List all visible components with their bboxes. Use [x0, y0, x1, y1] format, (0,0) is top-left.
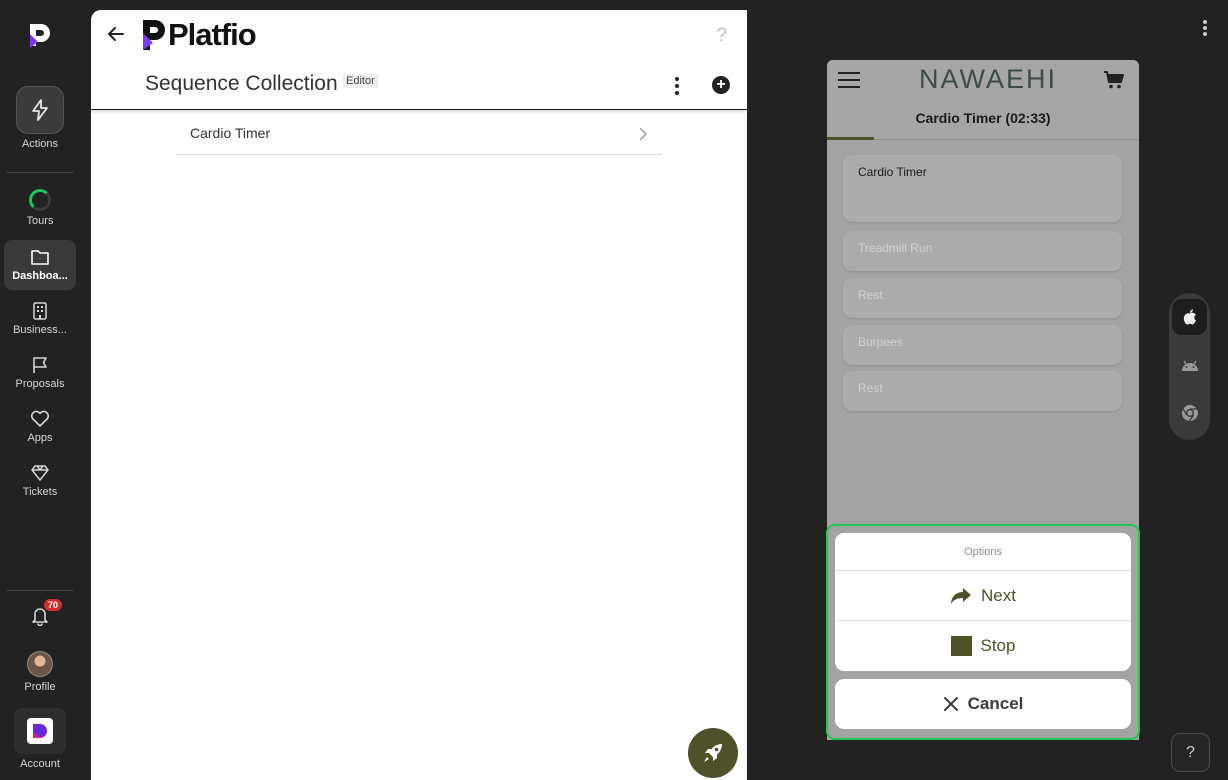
rail-item-notifications[interactable]: 70	[4, 599, 76, 626]
rail-item-dashboard[interactable]: Dashboa...	[4, 240, 76, 290]
rail-item-tickets[interactable]: Tickets	[4, 464, 76, 498]
preview-menu-button[interactable]	[1203, 20, 1209, 36]
tab-indicator	[827, 137, 874, 140]
rail-label-actions: Actions	[21, 138, 59, 150]
help-button[interactable]: ?	[716, 25, 727, 47]
platfio-logo-icon	[143, 20, 165, 50]
app-logo-text: NAWAEHI	[919, 64, 1058, 94]
brand: Platfio	[142, 17, 257, 53]
rail-label-proposals: Proposals	[15, 378, 65, 390]
next-label: Next	[981, 585, 1016, 605]
avatar	[27, 651, 53, 677]
folder-icon	[31, 249, 49, 265]
stop-button[interactable]: Stop	[835, 621, 1131, 671]
publish-button[interactable]	[688, 728, 738, 778]
cancel-button[interactable]: Cancel	[835, 679, 1131, 729]
chevron-right-icon	[639, 127, 647, 141]
apple-icon	[1183, 309, 1196, 325]
help-button[interactable]: ?	[1171, 733, 1210, 772]
dot-icon	[1203, 20, 1207, 24]
page-title: Sequence Collection	[145, 72, 338, 95]
app-header: NAWAEHI Cardio Timer (02:33)	[827, 60, 1139, 140]
dot-icon	[675, 84, 679, 88]
actions-button[interactable]	[16, 86, 64, 134]
mode-badge: Editor	[343, 74, 378, 88]
rail-item-proposals[interactable]: Proposals	[4, 356, 76, 390]
action-sheet: Options Next Stop	[835, 533, 1131, 671]
add-button[interactable]: +	[712, 76, 730, 94]
next-button[interactable]: Next	[835, 571, 1131, 621]
chrome-icon	[1181, 405, 1198, 422]
rail-label-business: Business...	[13, 324, 67, 336]
action-sheet-header: Options	[835, 533, 1131, 571]
rail-item-apps[interactable]: Apps	[4, 410, 76, 444]
more-options-button[interactable]	[669, 74, 685, 98]
back-arrow-icon[interactable]	[106, 24, 126, 44]
editor-panel: Platfio ? Sequence Collection Editor + C…	[91, 10, 747, 780]
stop-label: Stop	[980, 636, 1016, 655]
stop-icon	[950, 636, 972, 656]
diamond-icon	[31, 465, 49, 481]
side-rail: Actions Tours Dashboa... Business... Pro…	[0, 0, 80, 780]
step-card[interactable]: Burpees	[843, 325, 1122, 365]
step-card[interactable]: Rest	[843, 371, 1122, 411]
rail-item-account[interactable]: Account	[4, 708, 76, 770]
notification-badge: 70	[44, 599, 63, 611]
rail-label-profile: Profile	[24, 681, 56, 693]
step-card[interactable]: Treadmill Run	[843, 231, 1122, 271]
rocket-icon	[704, 744, 722, 762]
rail-label-apps: Apps	[27, 432, 53, 444]
platform-android-button[interactable]	[1172, 347, 1207, 383]
step-card[interactable]: Rest	[843, 278, 1122, 318]
dot-icon	[675, 91, 679, 95]
cancel-label: Cancel	[967, 694, 1024, 713]
android-icon	[1181, 360, 1198, 371]
dot-icon	[675, 77, 679, 81]
account-button[interactable]	[14, 708, 66, 754]
tours-progress-icon	[29, 189, 51, 211]
rail-divider	[6, 590, 74, 591]
platform-switcher	[1169, 293, 1210, 440]
rail-divider	[6, 172, 74, 173]
editor-header: Platfio ? Sequence Collection Editor +	[91, 10, 747, 110]
hamburger-menu-icon[interactable]	[838, 72, 860, 88]
rail-label-tickets: Tickets	[22, 486, 58, 498]
cart-icon[interactable]	[1103, 70, 1125, 90]
screen-title: Cardio Timer (02:33)	[915, 110, 1051, 126]
platfio-logo-icon[interactable]	[28, 22, 52, 48]
bolt-icon	[32, 99, 48, 121]
rail-label-tours: Tours	[26, 215, 54, 227]
share-arrow-icon	[951, 587, 972, 604]
platform-web-button[interactable]	[1172, 395, 1207, 431]
dot-icon	[1203, 32, 1207, 36]
rail-item-actions[interactable]: Actions	[4, 86, 76, 150]
dot-icon	[1203, 26, 1207, 30]
close-icon	[943, 697, 958, 711]
list-item-label: Cardio Timer	[190, 125, 271, 141]
building-icon	[33, 302, 47, 320]
brand-name: Platfio	[168, 17, 257, 52]
step-card[interactable]: Cardio Timer	[843, 155, 1122, 222]
flag-icon	[33, 357, 47, 373]
platform-ios-button[interactable]	[1172, 299, 1207, 335]
rail-item-business[interactable]: Business...	[4, 302, 76, 336]
rail-label-account: Account	[20, 758, 60, 770]
rail-item-tours[interactable]: Tours	[4, 189, 76, 227]
heart-icon	[30, 410, 50, 427]
account-logo-icon	[27, 718, 53, 744]
rail-item-profile[interactable]: Profile	[4, 651, 76, 693]
list-item[interactable]: Cardio Timer	[176, 114, 662, 155]
rail-label-dashboard: Dashboa...	[12, 269, 68, 282]
